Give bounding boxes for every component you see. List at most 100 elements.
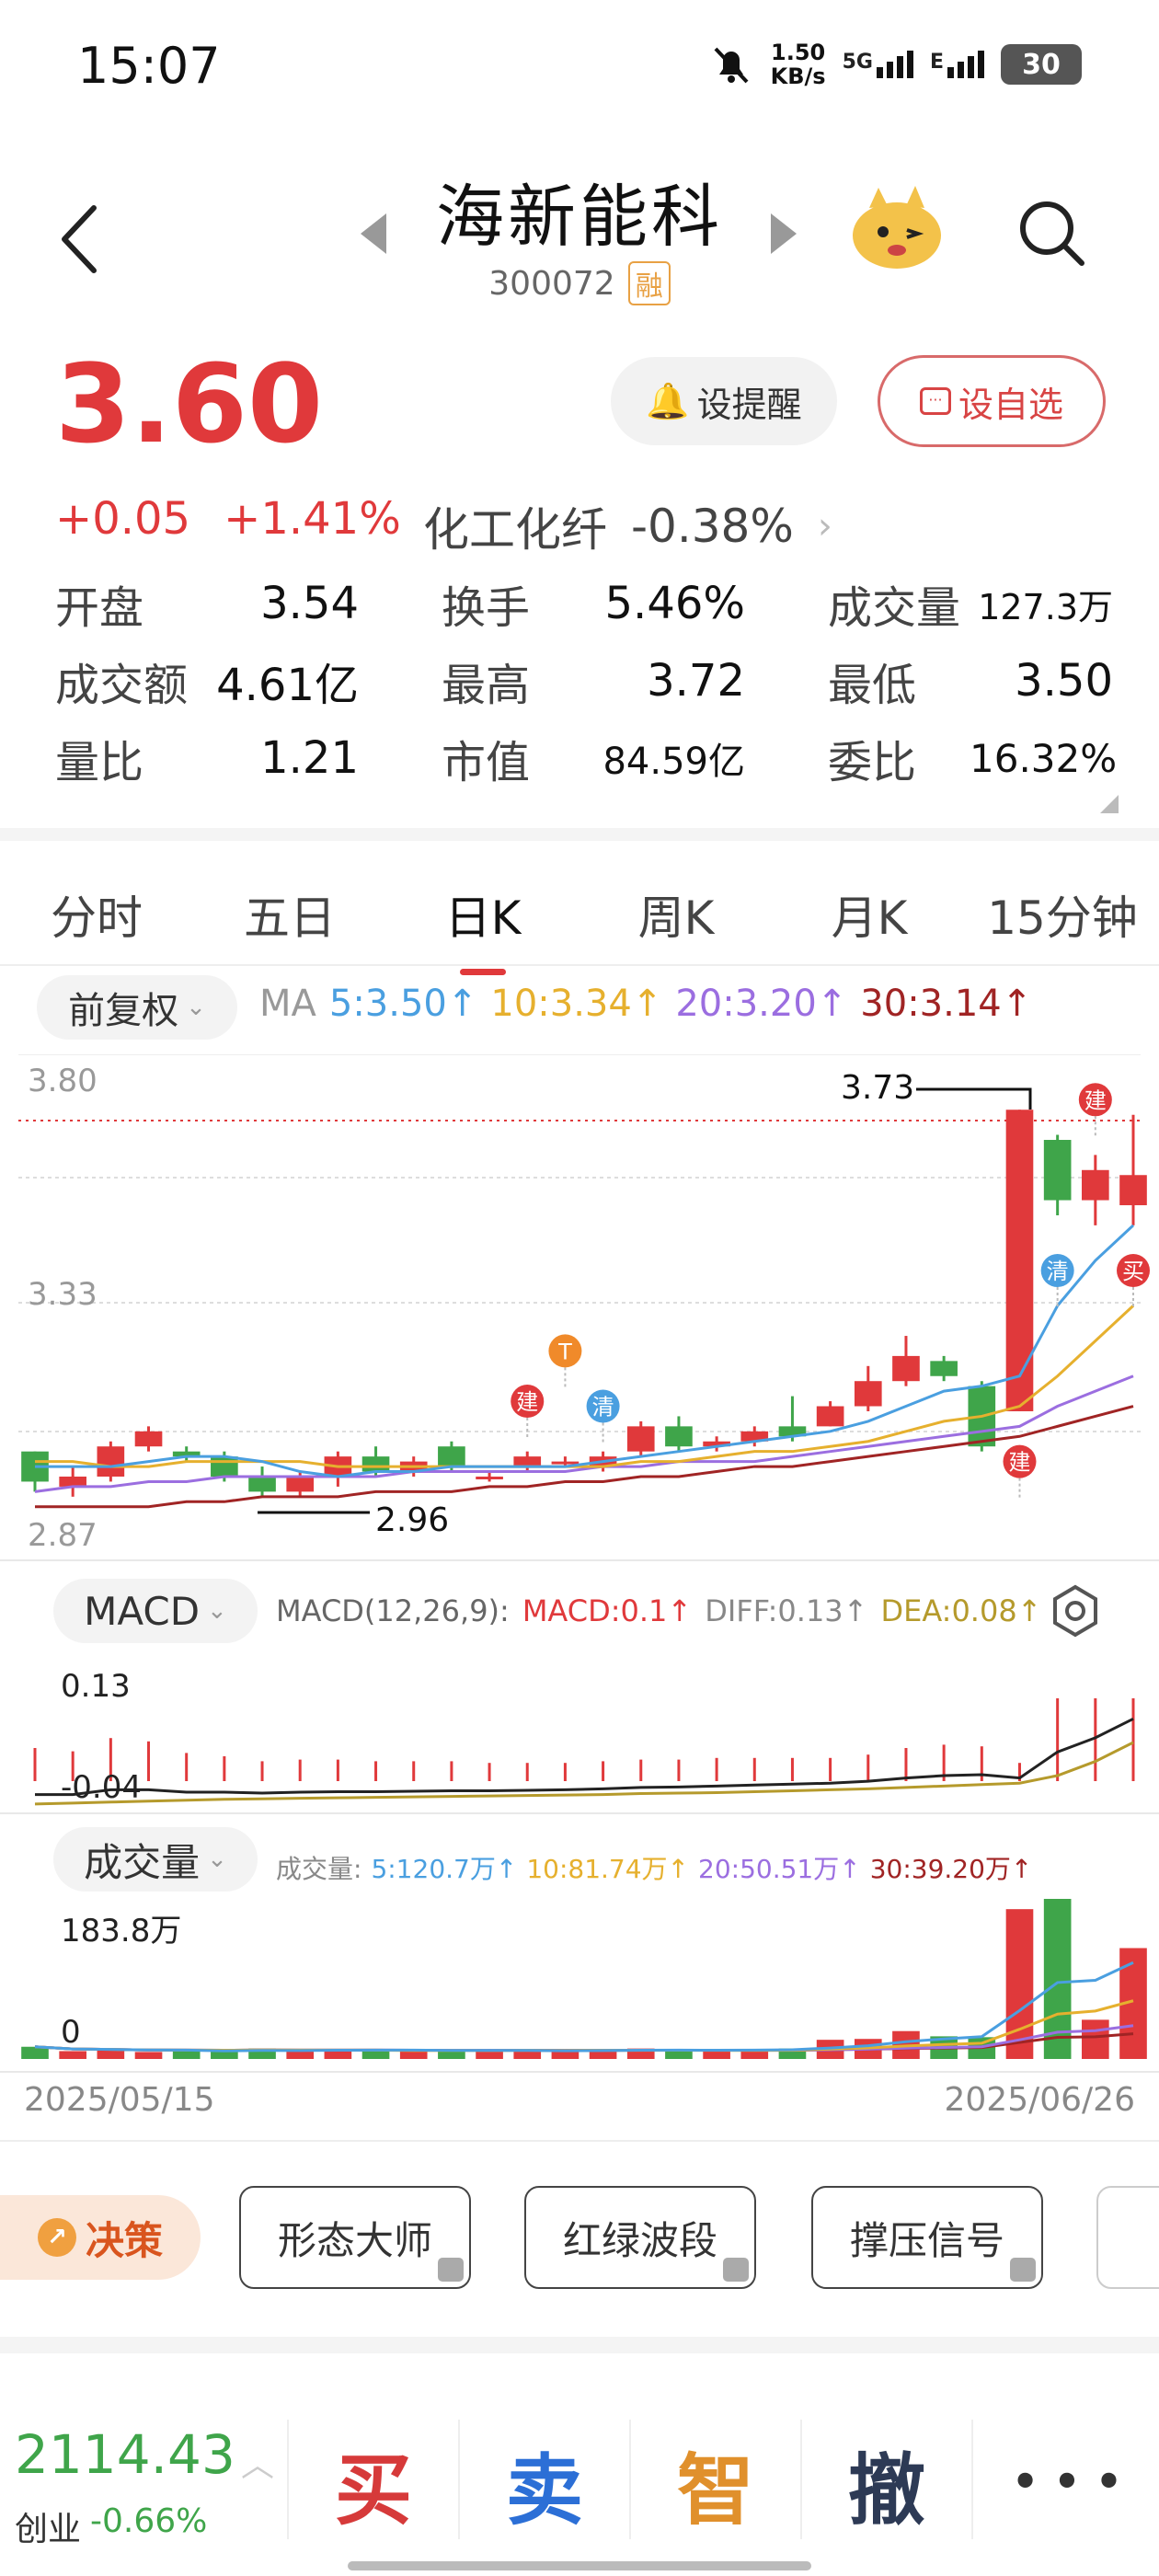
indicator-label: MACD (84, 1588, 201, 1634)
set-alert-button[interactable]: 🔔 设提醒 (611, 357, 837, 445)
tab-five-day[interactable]: 五日 (193, 881, 386, 948)
volume-legend: 成交量: 5:120.7万↑ 10:81.74万↑ 20:50.51万↑ 30:… (276, 1849, 1032, 1886)
vol-ma10: 10:81.74万↑ (526, 1854, 689, 1884)
candle-body (665, 1426, 693, 1447)
kline-chart[interactable]: 建清T建清建买 3.80 3.33 2.87 3.73 2.96 0.13 -0… (0, 1054, 1159, 2076)
price-change: +0.05 +1.41% (55, 493, 401, 545)
low-value: 3.50 (1015, 655, 1113, 707)
decision-icon: ↗ (37, 2218, 76, 2257)
clear-marker-text: 清 (592, 1395, 614, 1420)
dea-value: DEA:0.08↑ (880, 1593, 1042, 1628)
stat-label: 换手 (442, 582, 531, 634)
current-price: 3.60 (55, 340, 324, 467)
date-end: 2025/06/26 (944, 2081, 1136, 2119)
macd-legend: MACD(12,26,9): MACD:0.1↑ DIFF:0.13↑ DEA:… (276, 1593, 1042, 1628)
settings-icon[interactable] (1049, 1584, 1102, 1638)
open-value: 3.54 (260, 578, 359, 629)
tab-daily-k[interactable]: 日K (386, 881, 580, 975)
candle-body (286, 1476, 315, 1492)
index-name: 创业 (15, 2511, 82, 2548)
vol-ma5: 5:120.7万↑ (371, 1854, 518, 1884)
stats-grid: 开盘 3.54 换手 5.46% 成交量 127.3万 成交额 4.61亿 最高 3.72… (55, 565, 1117, 797)
volume-bar (59, 2051, 86, 2059)
divider (0, 2337, 1159, 2353)
stat-label: 成交量 (828, 582, 961, 634)
divider (0, 2140, 1159, 2142)
build-marker-text: 建 (1084, 1087, 1107, 1113)
max-label-leader (916, 1087, 1032, 1110)
next-stock-icon[interactable] (771, 213, 797, 254)
signal-5g-icon: 5G (843, 51, 913, 78)
change-pct: +1.41% (224, 493, 401, 545)
tab-15min[interactable]: 15分钟 (966, 881, 1159, 948)
build-marker-text: 建 (516, 1389, 538, 1415)
candle-body (1082, 1169, 1109, 1201)
stat-label: 委比 (828, 737, 917, 788)
adjust-label: 前复权 (68, 990, 179, 1032)
turnover-value: 5.46% (604, 578, 745, 629)
sell-button[interactable]: 卖 (462, 2429, 627, 2540)
max-label: 3.73 (841, 1069, 914, 1107)
volume-dropdown[interactable]: 成交量 ⌄ (53, 1827, 258, 1892)
tool-label: 形态大师 (277, 2217, 432, 2263)
smart-button[interactable]: 智 (633, 2429, 798, 2540)
mascot-icon[interactable] (846, 180, 947, 272)
more-button[interactable]: • • • (984, 2456, 1150, 2506)
macd-top-label: 0.13 (61, 1668, 131, 1705)
sector-name: 化工化纤 (423, 503, 607, 557)
adjust-dropdown[interactable]: 前复权 ⌄ (37, 975, 237, 1040)
battery-icon: 30 (1001, 44, 1082, 85)
expand-stats-icon[interactable] (1100, 795, 1119, 813)
vol-ma10-line (34, 1999, 1134, 2053)
tab-intraday[interactable]: 分时 (0, 881, 193, 948)
chevron-up-icon[interactable]: ︿ (241, 2438, 274, 2486)
stat-label: 最高 (442, 660, 531, 711)
vol-ma5-line (34, 1961, 1134, 2053)
vol-ma20: 20:50.51万↑ (698, 1854, 861, 1884)
volume-bar (286, 2051, 315, 2059)
red-green-band-button[interactable]: 红绿波段 (524, 2186, 756, 2289)
tab-monthly-k[interactable]: 月K (773, 881, 966, 948)
divider (287, 2420, 289, 2539)
sector-link[interactable]: 化工化纤 -0.38% › (423, 493, 832, 559)
tab-weekly-k[interactable]: 周K (580, 881, 773, 948)
bell-icon: 🔔 (646, 380, 690, 421)
buy-button[interactable]: 买 (291, 2429, 456, 2540)
stock-code-row: 300072 融 (0, 261, 1159, 305)
more-tools-button[interactable] (1096, 2186, 1159, 2289)
lock-icon (1010, 2258, 1036, 2282)
stat-label: 成交额 (55, 660, 189, 711)
decision-button[interactable]: ↗ 决策 (0, 2195, 201, 2280)
candle-body (59, 1476, 86, 1487)
stat-label: 市值 (442, 737, 531, 788)
tool-label: 红绿波段 (562, 2217, 717, 2263)
add-watchlist-button[interactable]: ··· 设自选 (878, 355, 1106, 447)
divider (458, 2420, 460, 2539)
volume-bar (399, 2051, 428, 2059)
chevron-right-icon: › (817, 505, 832, 547)
t-marker-text: T (557, 1339, 572, 1364)
net-speed: 1.50 KB/s (770, 40, 826, 89)
search-icon[interactable] (1016, 197, 1089, 270)
sector-change: -0.38% (631, 500, 794, 553)
volume-bar (551, 2051, 580, 2059)
ma30-value: 30:3.14↑ (860, 983, 1033, 1025)
cancel-order-button[interactable]: 撤 (804, 2429, 970, 2540)
amount-value: 4.61亿 (216, 660, 359, 711)
watchlist-icon: ··· (919, 387, 951, 415)
candle-body (892, 1355, 920, 1382)
y-bot-label: 2.87 (28, 1517, 98, 1554)
divider (800, 2420, 802, 2539)
candle-body (134, 1431, 163, 1447)
macd-layer (33, 1698, 1135, 1806)
chevron-down-icon: ⌄ (207, 1597, 227, 1625)
indicator-dropdown[interactable]: MACD ⌄ (53, 1579, 258, 1643)
pattern-master-button[interactable]: 形态大师 (239, 2186, 471, 2289)
candle-body (513, 1456, 542, 1467)
index-value[interactable]: 2114.43 (15, 2423, 235, 2486)
support-resistance-button[interactable]: 撑压信号 (811, 2186, 1043, 2289)
candle-body (854, 1381, 882, 1407)
candle-body (1043, 1140, 1072, 1201)
stat-label: 量比 (55, 737, 144, 788)
macd-value: MACD:0.1↑ (522, 1593, 693, 1628)
